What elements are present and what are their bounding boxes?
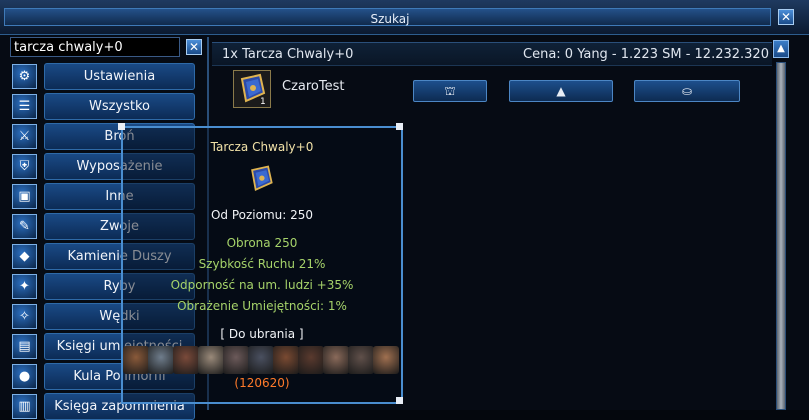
tooltip-bonus: Obrona 250 [226, 236, 298, 250]
sword-icon[interactable]: ⚔ [12, 124, 37, 149]
tooltip-bonus: Obrażenie Umiejętności: 1% [177, 299, 347, 313]
shield-icon [251, 165, 273, 191]
fishing-rod-icon[interactable]: ✧ [12, 304, 37, 329]
clear-icon: ✕ [188, 40, 200, 54]
sort-icon: ▲ [556, 84, 566, 98]
class-portrait [248, 346, 274, 374]
sort-button[interactable]: ▲ [509, 80, 613, 102]
fish-icon[interactable]: ✦ [12, 274, 37, 299]
tooltip-item-code: (120620) [234, 376, 290, 390]
class-portrait [198, 346, 224, 374]
sidebar-item[interactable]: ☰ Wszystko [12, 92, 207, 120]
svg-text:1: 1 [260, 97, 266, 107]
tooltip-corner [118, 123, 125, 130]
class-portrait [273, 346, 299, 374]
sidebar-item-label[interactable]: Wszystko [44, 93, 195, 120]
sidebar-item-label[interactable]: Ustawienia [44, 63, 195, 90]
result-item-name: 1x Tarcza Chwaly+0 [222, 47, 354, 62]
gear-icon[interactable]: ⚙ [12, 64, 37, 89]
search-window: Szukaj ✕ ✕ ⚙Ustawienia☰Wszystko⚔Broń⛨Wyp… [0, 0, 809, 420]
book-icon[interactable]: ▤ [12, 334, 37, 359]
clear-search-button[interactable]: ✕ [186, 39, 202, 55]
class-portrait [123, 346, 149, 374]
result-row-header[interactable]: 1x Tarcza Chwaly+0 Cena: 0 Yang - 1.223 … [212, 42, 772, 66]
scroll-up-button[interactable]: ▲ [773, 40, 789, 58]
class-portraits [123, 346, 403, 374]
class-portrait [173, 346, 199, 374]
tooltip-title: Tarcza Chwaly+0 [210, 140, 314, 154]
class-portrait [323, 346, 349, 374]
shop-button[interactable]: ⛫ [413, 80, 487, 102]
close-icon: ✕ [780, 10, 792, 24]
scroll-icon[interactable]: ✎ [12, 214, 37, 239]
class-portrait [373, 346, 399, 374]
shield-icon: 1 [240, 73, 266, 107]
tooltip-wearable: [ Do ubrania ] [220, 327, 304, 341]
arrow-up-icon: ▲ [777, 43, 785, 54]
gem-icon[interactable]: ◆ [12, 244, 37, 269]
tome-icon[interactable]: ▥ [12, 394, 37, 419]
close-button[interactable]: ✕ [778, 9, 794, 25]
tooltip-bonus: Szybkość Ruchu 21% [198, 257, 326, 271]
tooltip-corner [396, 123, 403, 130]
class-portrait [148, 346, 174, 374]
list-icon[interactable]: ☰ [12, 94, 37, 119]
scrollbar-thumb[interactable] [777, 63, 785, 409]
chest-icon[interactable]: ▣ [12, 184, 37, 209]
class-portrait [348, 346, 374, 374]
search-input[interactable] [10, 37, 180, 57]
coins-button[interactable]: ⛀ [634, 80, 740, 102]
tooltip-bonus: Odporność na um. ludzi +35% [170, 278, 354, 292]
coins-icon: ⛀ [681, 84, 693, 98]
tooltip-level: Od Poziomu: 250 [210, 208, 314, 222]
result-price: Cena: 0 Yang - 1.223 SM - 12.232.320 Pe [523, 47, 772, 62]
orb-icon[interactable]: ● [12, 364, 37, 389]
class-portrait [223, 346, 249, 374]
tooltip-corner [396, 397, 403, 404]
class-portrait [298, 346, 324, 374]
sidebar-item[interactable]: ⚙ Ustawienia [12, 62, 207, 90]
shop-icon: ⛫ [444, 84, 456, 98]
scrollbar[interactable] [776, 62, 786, 410]
result-item-slot[interactable]: 1 [233, 70, 271, 108]
armor-icon[interactable]: ⛨ [12, 154, 37, 179]
seller-name: CzaroTest [282, 79, 345, 94]
window-title: Szukaj [370, 12, 410, 26]
